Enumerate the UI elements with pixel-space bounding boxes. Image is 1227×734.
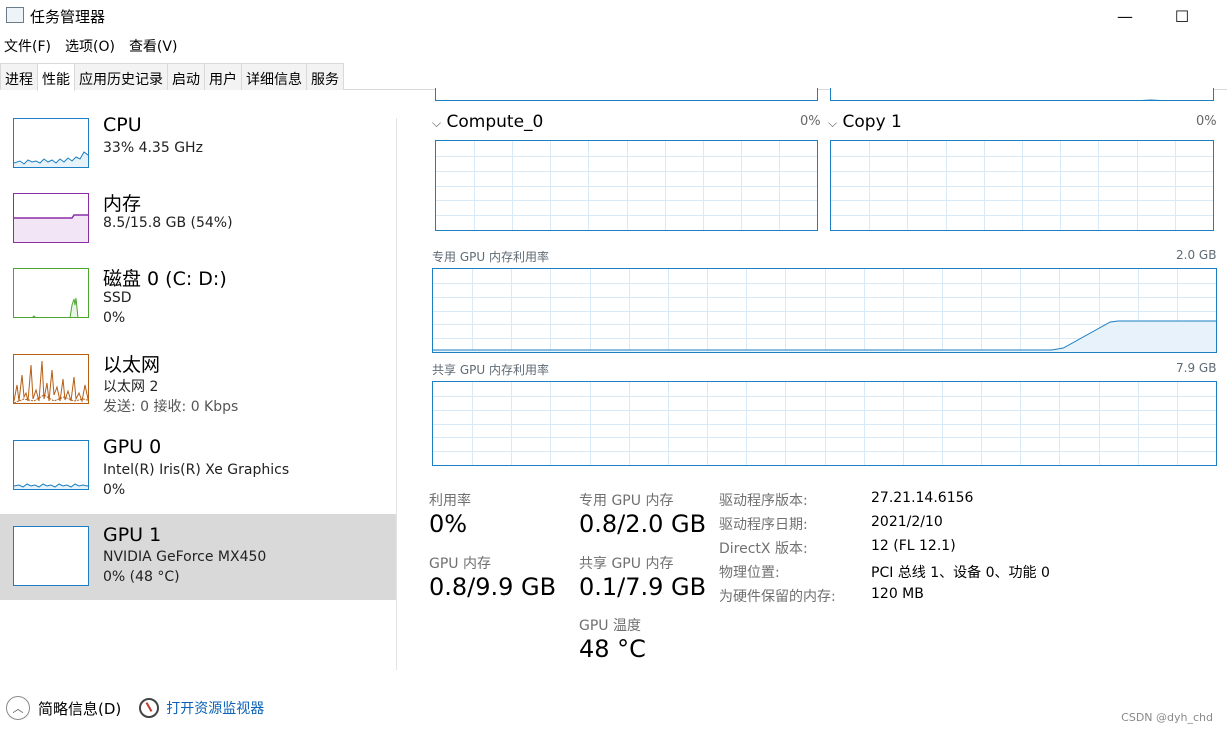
graph-grid — [831, 141, 1213, 230]
gpu-temperature-label: GPU 温度 — [579, 618, 641, 634]
sidebar-subtitle: 8.5/15.8 GB (54%) — [103, 215, 233, 231]
sidebar-item-cpu[interactable]: CPU 33% 4.35 GHz — [0, 100, 396, 186]
graph-grid — [433, 382, 1216, 465]
graph-grid — [436, 141, 817, 230]
performance-sidebar: CPU 33% 4.35 GHz 内存 8.5/15.8 GB (54%) 磁盘… — [0, 100, 396, 680]
engine-copy1-label[interactable]: ⌵ Copy 1 — [828, 112, 902, 132]
resource-monitor-icon — [139, 698, 160, 718]
memory-thumbnail-graph — [13, 193, 89, 243]
directx-version-value: 12 (FL 12.1) — [871, 538, 956, 554]
maximize-button[interactable]: ☐ — [1159, 0, 1205, 32]
sidebar-subtitle: Intel(R) Iris(R) Xe Graphics — [103, 462, 290, 478]
title-bar: 任务管理器 — ☐ — [0, 0, 1227, 32]
sidebar-item-gpu-1[interactable]: GPU 1 NVIDIA GeForce MX450 0% (48 °C) — [0, 514, 396, 600]
dedicated-memory-value: 0.8/2.0 GB — [579, 510, 707, 538]
driver-date-key: 驱动程序日期: — [719, 517, 808, 533]
sidebar-title: GPU 1 — [103, 524, 162, 546]
cpu-thumbnail-graph — [13, 118, 89, 168]
gpu-temperature-value: 48 °C — [579, 635, 646, 663]
shared-memory-label: 共享 GPU 内存 — [579, 556, 674, 572]
gpu0-thumbnail-graph — [13, 440, 89, 490]
shared-memory-value: 0.1/7.9 GB — [579, 573, 707, 601]
dedicated-memory-label: 专用 GPU 内存 — [579, 493, 674, 509]
driver-version-value: 27.21.14.6156 — [871, 490, 974, 506]
sidebar-detail: 0% — [103, 310, 126, 326]
engine-copy1-percent: 0% — [1196, 114, 1217, 129]
window-title: 任务管理器 — [30, 8, 106, 26]
sidebar-item-memory[interactable]: 内存 8.5/15.8 GB (54%) — [0, 175, 396, 261]
hardware-reserved-memory-value: 120 MB — [871, 586, 924, 602]
tab-app-history[interactable]: 应用历史记录 — [74, 63, 168, 90]
driver-version-key: 驱动程序版本: — [719, 493, 808, 509]
tab-processes[interactable]: 进程 — [0, 63, 38, 90]
dedicated-memory-graph-label: 专用 GPU 内存利用率 — [432, 250, 549, 264]
gpu-memory-label: GPU 内存 — [429, 556, 491, 572]
utilization-label: 利用率 — [429, 493, 471, 509]
engine-compute0-label[interactable]: ⌵ Compute_0 — [432, 112, 543, 132]
disk-thumbnail-graph — [13, 268, 89, 318]
engine-copy1-name: Copy 1 — [842, 112, 902, 132]
sidebar-item-ethernet[interactable]: 以太网 以太网 2 发送: 0 接收: 0 Kbps — [0, 336, 396, 422]
sidebar-title: CPU — [103, 114, 142, 136]
hardware-reserved-memory-key: 为硬件保留的内存: — [719, 589, 836, 605]
engine-graph-partial — [830, 88, 1214, 101]
chevron-down-icon: ⌵ — [432, 116, 442, 130]
tab-services[interactable]: 服务 — [306, 63, 344, 90]
sidebar-title: 内存 — [103, 193, 142, 215]
menu-bar: 文件(F) 选项(O) 查看(V) — [0, 36, 187, 58]
menu-view[interactable]: 查看(V) — [125, 36, 182, 58]
sidebar-detail: 发送: 0 接收: 0 Kbps — [103, 399, 239, 415]
engine-compute0-name: Compute_0 — [446, 112, 544, 132]
ethernet-thumbnail-graph — [13, 354, 89, 404]
tab-startup[interactable]: 启动 — [167, 63, 205, 90]
graph-grid — [433, 269, 1216, 352]
sidebar-item-disk[interactable]: 磁盘 0 (C: D:) SSD 0% — [0, 250, 396, 336]
shared-memory-graph — [432, 381, 1217, 466]
sidebar-subtitle: SSD — [103, 290, 132, 306]
task-manager-icon — [6, 7, 24, 23]
shared-memory-graph-max: 7.9 GB — [1176, 361, 1217, 375]
menu-options[interactable]: 选项(O) — [61, 36, 119, 58]
panel-divider — [396, 118, 397, 670]
fewer-details-button[interactable]: 简略信息(D) — [38, 698, 121, 719]
minimize-button[interactable]: — — [1102, 0, 1148, 32]
engine-copy1-graph — [830, 140, 1214, 231]
sidebar-title: 磁盘 0 (C: D:) — [103, 268, 227, 290]
tab-strip: 进程 性能 应用历史记录 启动 用户 详细信息 服务 — [0, 63, 1227, 91]
directx-version-key: DirectX 版本: — [719, 541, 808, 557]
menu-file[interactable]: 文件(F) — [0, 36, 55, 58]
sidebar-subtitle: NVIDIA GeForce MX450 — [103, 549, 267, 565]
tab-performance[interactable]: 性能 — [37, 63, 75, 91]
footer: ︿ 简略信息(D) 打开资源监视器 — [6, 695, 264, 721]
sidebar-subtitle: 33% 4.35 GHz — [103, 140, 203, 156]
tab-details[interactable]: 详细信息 — [241, 63, 307, 90]
chevron-down-icon: ⌵ — [828, 116, 838, 130]
open-resource-monitor-link[interactable]: 打开资源监视器 — [166, 698, 264, 718]
tab-users[interactable]: 用户 — [204, 63, 242, 90]
sidebar-subtitle: 以太网 2 — [103, 379, 159, 395]
driver-date-value: 2021/2/10 — [871, 514, 943, 530]
physical-location-value: PCI 总线 1、设备 0、功能 0 — [871, 565, 1050, 581]
shared-memory-graph-label: 共享 GPU 内存利用率 — [432, 363, 549, 377]
watermark: CSDN @dyh_chd — [1121, 711, 1213, 724]
gpu-memory-value: 0.8/9.9 GB — [429, 573, 557, 601]
engine-compute0-graph — [435, 140, 818, 231]
dedicated-memory-graph — [432, 268, 1217, 353]
sidebar-title: 以太网 — [103, 354, 161, 376]
gpu1-thumbnail-graph — [13, 526, 89, 586]
dedicated-memory-graph-max: 2.0 GB — [1176, 248, 1217, 262]
sidebar-detail: 0% (48 °C) — [103, 569, 180, 585]
physical-location-key: 物理位置: — [719, 565, 780, 581]
engine-compute0-percent: 0% — [800, 114, 821, 129]
sidebar-item-gpu-0[interactable]: GPU 0 Intel(R) Iris(R) Xe Graphics 0% — [0, 422, 396, 508]
chevron-up-icon[interactable]: ︿ — [6, 696, 30, 720]
engine-graph-partial — [435, 88, 818, 101]
utilization-value: 0% — [429, 510, 468, 538]
sidebar-detail: 0% — [103, 482, 126, 498]
sidebar-title: GPU 0 — [103, 436, 162, 458]
